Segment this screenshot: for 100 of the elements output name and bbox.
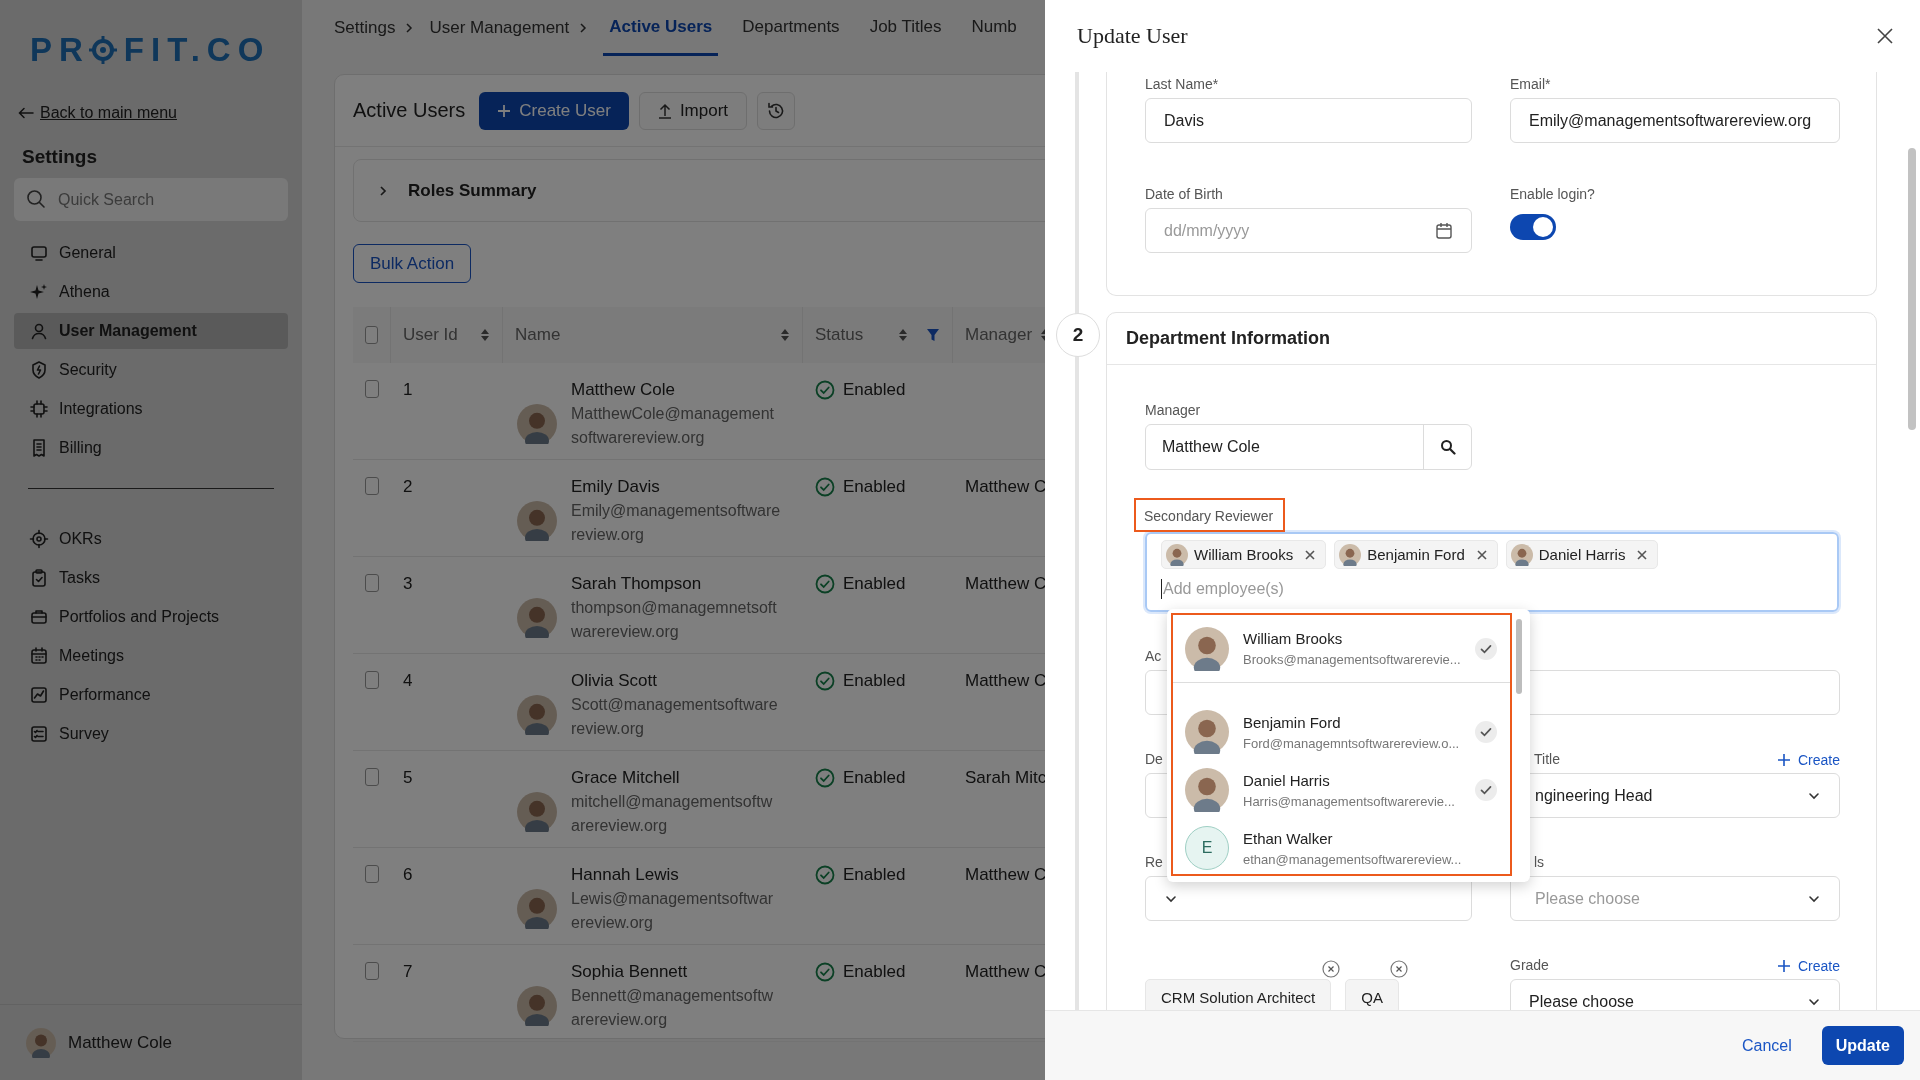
user-email: Bennett@managementsoftw arereview.org	[571, 986, 775, 1030]
list-icon	[29, 724, 49, 744]
sidebar-item[interactable]: Survey	[14, 716, 288, 752]
dropdown-option[interactable]: William Brooks Brooks@managementsoftwarerevie...	[1173, 615, 1510, 683]
close-icon[interactable]	[1876, 27, 1894, 45]
create-link[interactable]: Create	[1777, 957, 1840, 975]
table-cell: Matthew C	[965, 477, 1045, 497]
table-cell: Matthew C	[965, 574, 1045, 594]
person-icon	[29, 321, 49, 341]
user-email: Lewis@managementsoftwar ereview.org	[571, 889, 775, 933]
toggle-switch[interactable]	[1510, 214, 1556, 240]
option-email: Brooks@managementsoftwarerevie...	[1243, 652, 1460, 667]
tab[interactable]: Job Titles	[863, 0, 948, 56]
field-label: Enable login?	[1510, 186, 1595, 204]
dropdown-option[interactable]: Benjamin Ford Ford@managemntsoftwarereview.o...	[1173, 703, 1510, 761]
status-text: Enabled	[843, 380, 906, 400]
chevron-right-icon	[378, 184, 388, 197]
section-title: Department Information	[1126, 328, 1330, 349]
breadcrumb-link[interactable]: User Management	[429, 0, 570, 56]
user-email: thompson@managemnetsoft warereview.org	[571, 598, 778, 642]
avatar	[517, 501, 557, 541]
sort-icon[interactable]	[780, 328, 790, 342]
user-email: Scott@managementsoftware review.org	[571, 695, 779, 739]
roles-summary-panel[interactable]: Roles Summary	[353, 159, 1045, 222]
create-user-button[interactable]: Create User	[479, 91, 629, 130]
checkbox[interactable]	[365, 865, 379, 883]
avatar	[26, 1027, 56, 1058]
search-field[interactable]: Quick Search	[14, 178, 288, 221]
input-field[interactable]: Matthew Cole	[1145, 424, 1472, 470]
tag-chip: William Brooks	[1161, 540, 1327, 569]
status-text: Enabled	[843, 477, 906, 497]
check-circle-icon	[815, 962, 835, 982]
checkbox[interactable]	[365, 477, 379, 495]
table-cell: 7	[403, 962, 413, 982]
select-field[interactable]: Please choose	[1510, 876, 1840, 921]
sidebar-item[interactable]: Security	[14, 352, 288, 388]
sidebar-item[interactable]: Billing	[14, 430, 288, 466]
table-cell: 3	[403, 574, 413, 594]
avatar: E	[1185, 826, 1229, 870]
calendar-icon[interactable]	[1435, 221, 1453, 240]
scrollbar[interactable]	[1908, 148, 1916, 430]
input-field[interactable]: Davis	[1145, 98, 1472, 143]
option-email: ethan@managementsoftwarereview...	[1243, 851, 1463, 867]
sort-icon[interactable]	[480, 328, 490, 342]
chevron-right-icon	[579, 23, 588, 33]
checkbox[interactable]	[365, 574, 379, 592]
update-button[interactable]: Update	[1821, 1026, 1904, 1065]
sidebar-item[interactable]: Athena	[14, 274, 288, 310]
sidebar-item[interactable]: Performance	[14, 677, 288, 713]
field-label: Secondary Reviewer	[1134, 498, 1286, 532]
field-label: Grade	[1510, 957, 1549, 975]
import-button[interactable]: Import	[638, 91, 748, 130]
checkbox[interactable]	[365, 671, 379, 689]
sidebar-item[interactable]: Integrations	[14, 391, 288, 427]
filter-icon[interactable]	[926, 328, 940, 342]
input-field[interactable]: dd/mm/yyyy	[1145, 208, 1472, 253]
checkbox[interactable]	[365, 380, 379, 398]
sidebar-item[interactable]: Tasks	[14, 560, 288, 596]
check-circle-icon	[815, 768, 835, 788]
scrollbar[interactable]	[1516, 619, 1522, 694]
remove-icon[interactable]	[1322, 960, 1341, 978]
checkbox[interactable]	[365, 768, 379, 786]
column-header: Status	[815, 325, 864, 345]
user-email: MatthewCole@management softwarereview.org	[571, 404, 775, 448]
sidebar-item[interactable]: User Management	[14, 313, 288, 349]
close-icon[interactable]	[1637, 549, 1648, 560]
close-icon[interactable]	[1305, 549, 1316, 560]
dropdown-option[interactable]: E Ethan Walker ethan@managementsoftwarereview...	[1173, 819, 1510, 877]
user-email: Emily@managementsoftware review.org	[571, 501, 782, 545]
avatar	[517, 695, 557, 735]
breadcrumb-link[interactable]: Settings	[334, 0, 396, 56]
option-email: Ford@managemntsoftwarereview.o...	[1243, 735, 1460, 751]
bulk-action-button[interactable]: Bulk Action	[353, 244, 472, 283]
remove-icon[interactable]	[1389, 960, 1408, 978]
tab[interactable]: Numb	[965, 0, 1023, 56]
input-field[interactable]: Emily@managementsoftwarereview.org	[1510, 98, 1840, 143]
field-label: Manager	[1145, 402, 1201, 420]
back-link[interactable]: Back to main menu	[40, 104, 177, 122]
table-cell: 2	[403, 477, 413, 497]
cancel-link[interactable]: Cancel	[1741, 1036, 1792, 1055]
dropdown-option[interactable]: Daniel Harris Harris@managementsoftwarerevie...	[1173, 761, 1510, 819]
select-field[interactable]: Please choose	[1510, 979, 1840, 1010]
checkbox[interactable]	[365, 962, 379, 980]
close-icon[interactable]	[1476, 549, 1487, 560]
status-text: Enabled	[843, 574, 906, 594]
history-button[interactable]	[757, 91, 796, 130]
tab[interactable]: Departments	[736, 0, 846, 56]
user-name: Matthew Cole	[68, 1032, 172, 1053]
tab[interactable]: Active Users	[603, 0, 719, 56]
sidebar-item[interactable]: Meetings	[14, 638, 288, 674]
search-icon	[26, 189, 46, 209]
tag-input-field[interactable]: William Brooks Benjamin Ford Daniel Harris Add employee(s)	[1145, 532, 1839, 612]
avatar	[517, 598, 557, 638]
sidebar-item[interactable]: OKRs	[14, 521, 288, 557]
sidebar-item[interactable]: Portfolios and Projects	[14, 599, 288, 635]
create-link[interactable]: Create	[1777, 751, 1840, 769]
sort-icon[interactable]	[898, 328, 908, 342]
table-cell: 6	[403, 865, 413, 885]
sidebar-item[interactable]: General	[14, 235, 288, 271]
checkbox[interactable]	[365, 326, 378, 344]
